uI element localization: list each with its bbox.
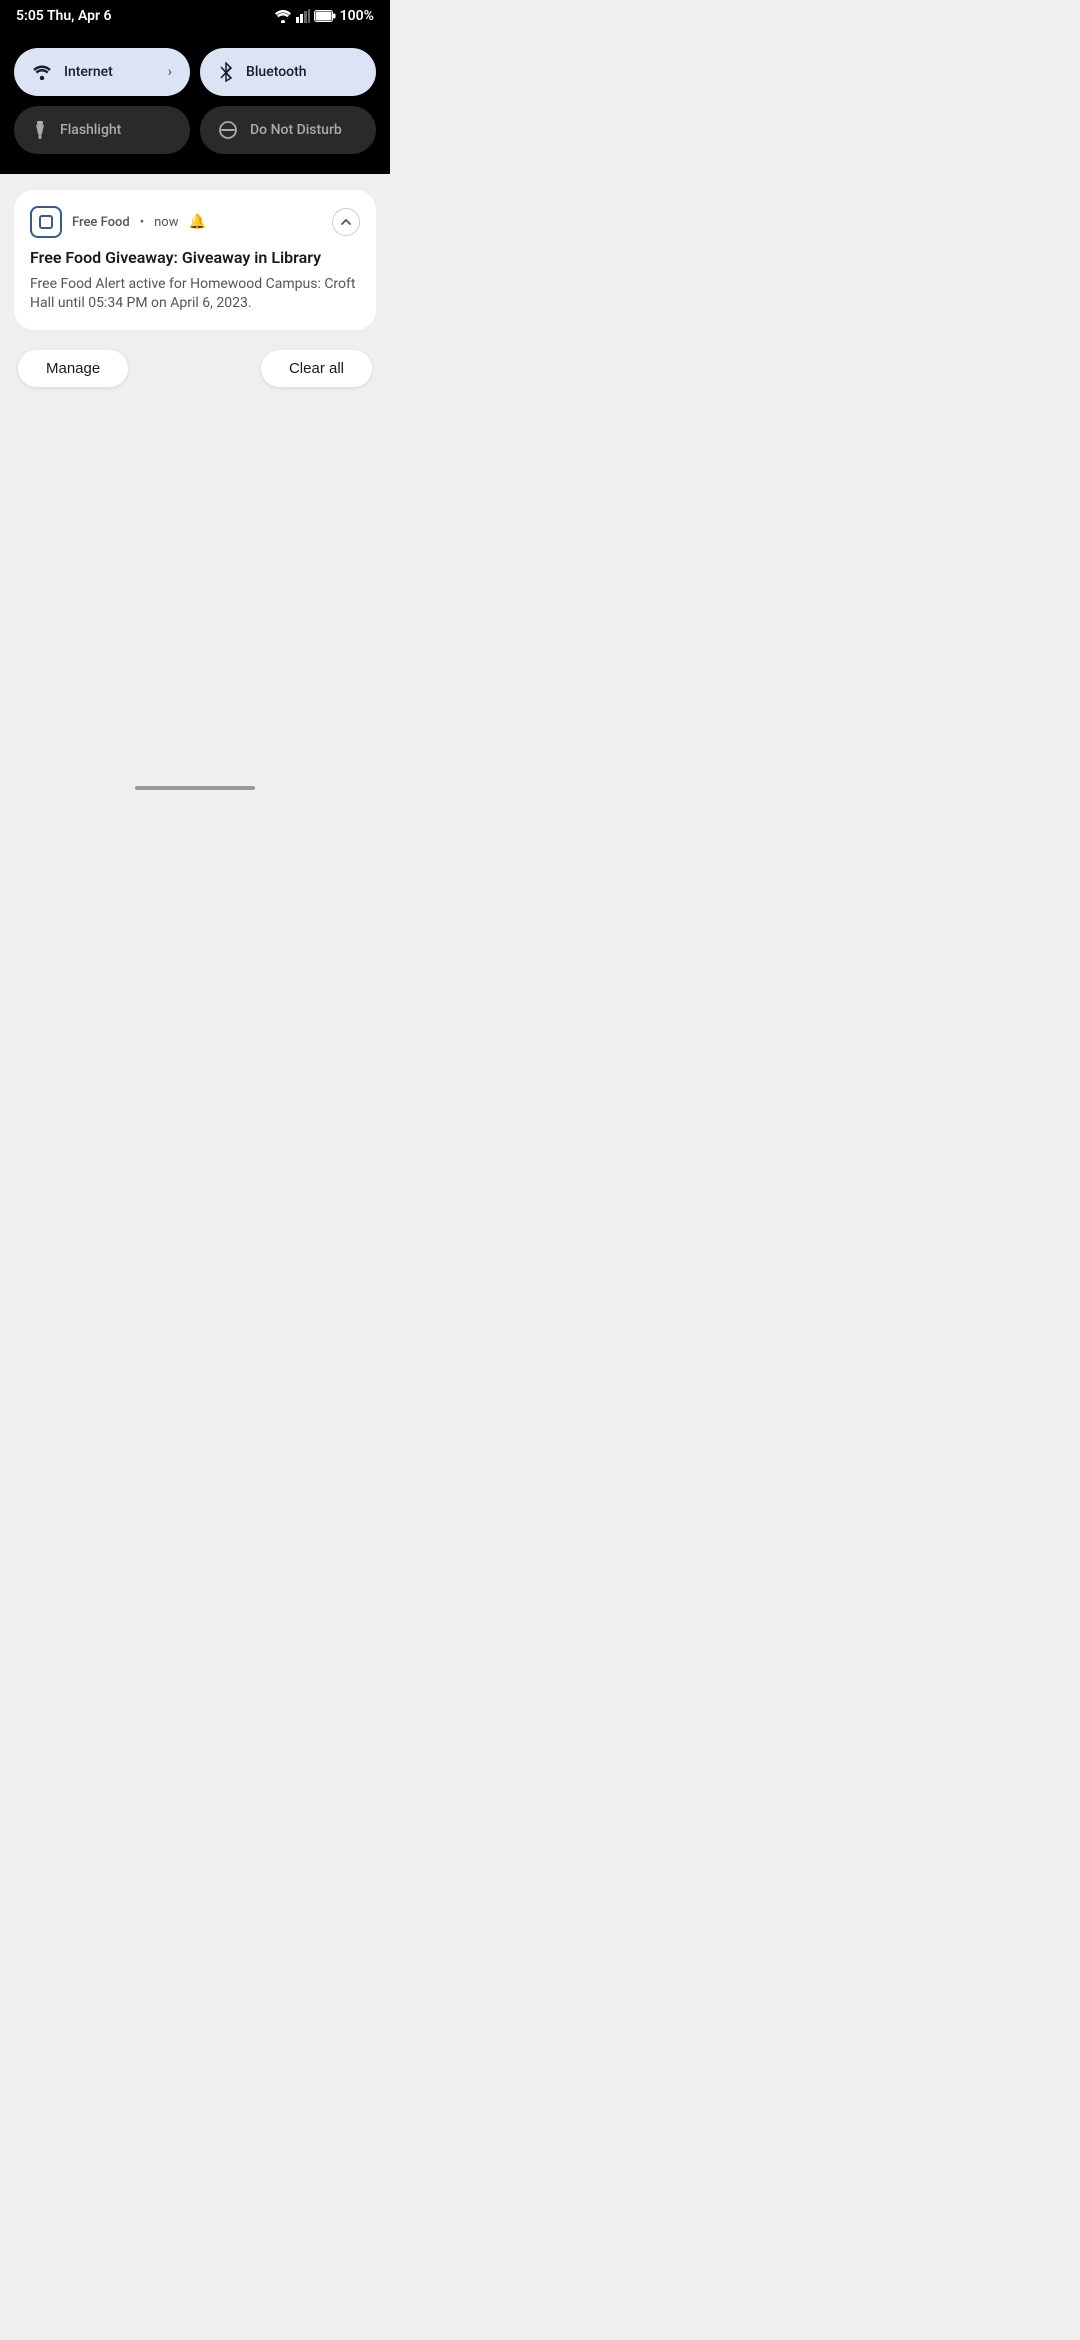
wifi-status-icon (274, 9, 292, 23)
signal-status-icon (296, 9, 310, 23)
notifications-panel: Free Food • now 🔔 Free Food Giveaway: Gi… (0, 174, 390, 774)
notification-header: Free Food • now 🔔 (30, 206, 360, 238)
qs-tile-bluetooth[interactable]: Bluetooth (200, 48, 376, 96)
notification-app-icon (30, 206, 62, 238)
flashlight-tile-label: Flashlight (60, 122, 172, 138)
status-icons: 100% (274, 8, 374, 24)
notification-card: Free Food • now 🔔 Free Food Giveaway: Gi… (14, 190, 376, 330)
notification-bell-icon: 🔔 (189, 214, 206, 230)
notification-time-separator: • (140, 215, 144, 230)
manage-button[interactable]: Manage (18, 350, 128, 387)
wifi-icon (32, 64, 52, 80)
qs-tile-internet[interactable]: Internet › (14, 48, 190, 96)
notification-actions: Manage Clear all (14, 350, 376, 387)
qs-tile-dnd[interactable]: Do Not Disturb (200, 106, 376, 154)
flashlight-icon (32, 120, 48, 140)
bluetooth-icon (218, 62, 234, 82)
home-bar (135, 786, 255, 790)
notification-app-info: Free Food • now 🔔 (30, 206, 206, 238)
internet-tile-label: Internet (64, 64, 156, 80)
dnd-icon (218, 120, 238, 140)
bluetooth-tile-label: Bluetooth (246, 64, 358, 80)
quick-settings-panel: Internet › Bluetooth Flashlight (0, 32, 390, 174)
dnd-tile-label: Do Not Disturb (250, 122, 358, 138)
notification-body: Free Food Alert active for Homewood Camp… (30, 275, 360, 314)
notification-app-name: Free Food (72, 215, 130, 230)
battery-percent: 100% (340, 8, 374, 24)
clear-all-button[interactable]: Clear all (261, 350, 372, 387)
status-time: 5:05 Thu, Apr 6 (16, 8, 112, 24)
internet-tile-arrow: › (168, 64, 172, 80)
battery-status-icon (314, 10, 336, 22)
notification-title: Free Food Giveaway: Giveaway in Library (30, 248, 360, 269)
qs-tile-flashlight[interactable]: Flashlight (14, 106, 190, 154)
status-bar: 5:05 Thu, Apr 6 (0, 0, 390, 32)
notification-collapse-button[interactable] (332, 208, 360, 236)
home-indicator (0, 774, 390, 798)
notification-time: now (154, 215, 178, 230)
